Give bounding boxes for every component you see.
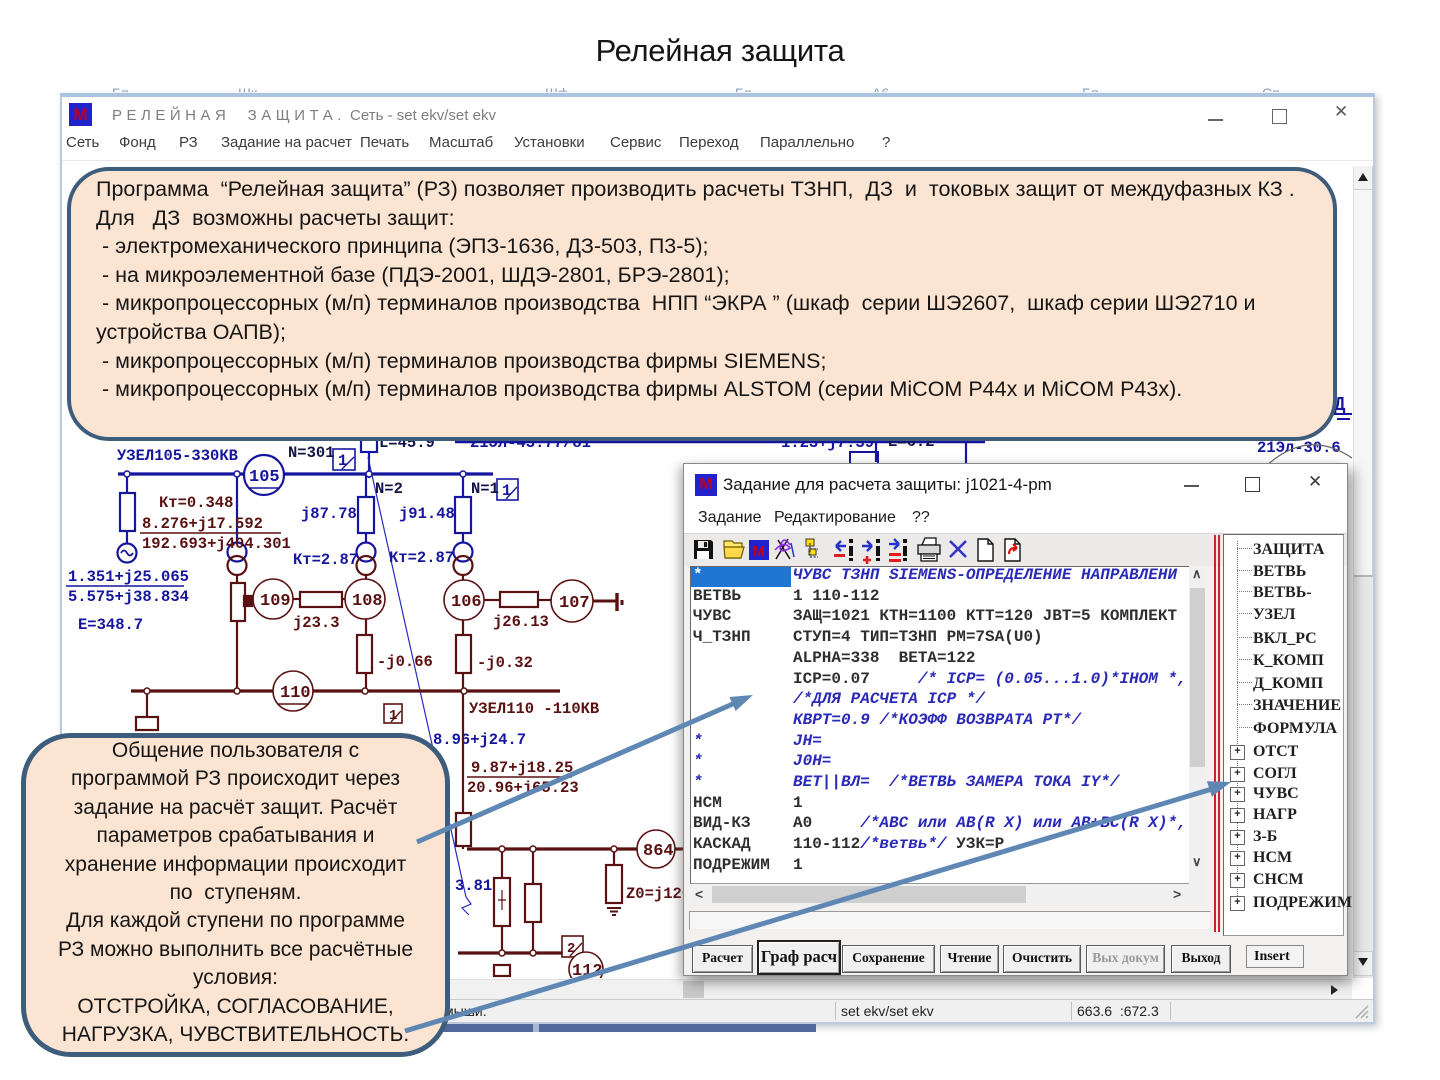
svg-text:E=348.7: E=348.7 xyxy=(78,616,143,634)
svg-text:j23.3: j23.3 xyxy=(293,614,340,632)
svg-text:Кт=2.87: Кт=2.87 xyxy=(389,549,454,567)
svg-text:112: 112 xyxy=(572,962,603,978)
svg-text:110: 110 xyxy=(280,684,311,703)
svg-text:106: 106 xyxy=(451,593,482,612)
svg-text:N=301: N=301 xyxy=(288,444,335,462)
svg-text:Кт=0.348: Кт=0.348 xyxy=(159,494,233,512)
svg-text:М: М xyxy=(753,543,766,560)
svg-text:j91.48: j91.48 xyxy=(399,505,455,523)
svg-text:2: 2 xyxy=(567,941,575,957)
svg-text:1: 1 xyxy=(338,452,347,470)
svg-text:192.693+j404.301: 192.693+j404.301 xyxy=(142,535,291,553)
svg-text:1.351+j25.065: 1.351+j25.065 xyxy=(68,568,189,586)
svg-text:21Эл-30.6: 21Эл-30.6 xyxy=(1257,439,1341,457)
svg-text:j26.13: j26.13 xyxy=(493,613,549,631)
svg-text:109: 109 xyxy=(260,592,291,611)
svg-text:107: 107 xyxy=(559,594,590,613)
svg-text:20.96+j65.23: 20.96+j65.23 xyxy=(467,779,579,797)
svg-text:j87.78: j87.78 xyxy=(301,505,357,523)
svg-text:8.276+j17.592: 8.276+j17.592 xyxy=(142,515,263,533)
svg-text:1: 1 xyxy=(389,708,397,724)
svg-text:108: 108 xyxy=(352,592,383,611)
svg-text:Кт=2.87: Кт=2.87 xyxy=(293,551,358,569)
svg-text:N=2: N=2 xyxy=(375,480,403,498)
svg-text:Z0=j126: Z0=j126 xyxy=(626,885,691,903)
svg-text:1: 1 xyxy=(502,482,511,500)
svg-text:5.575+j38.834: 5.575+j38.834 xyxy=(68,588,189,606)
svg-text:УЗЕЛ105-330КВ: УЗЕЛ105-330КВ xyxy=(117,447,238,465)
svg-text:8.96+j24.7: 8.96+j24.7 xyxy=(433,731,526,749)
svg-text:105: 105 xyxy=(249,468,280,487)
svg-text:9.87+j18.25: 9.87+j18.25 xyxy=(471,759,573,777)
svg-text:3.81: 3.81 xyxy=(455,877,492,895)
svg-text:864: 864 xyxy=(643,842,674,861)
svg-text:УЗЕЛ110 -110КВ: УЗЕЛ110 -110КВ xyxy=(469,700,599,718)
svg-text:N=1: N=1 xyxy=(471,480,499,498)
svg-text:-j0.66: -j0.66 xyxy=(377,653,433,671)
svg-text:-j0.32: -j0.32 xyxy=(477,654,533,672)
